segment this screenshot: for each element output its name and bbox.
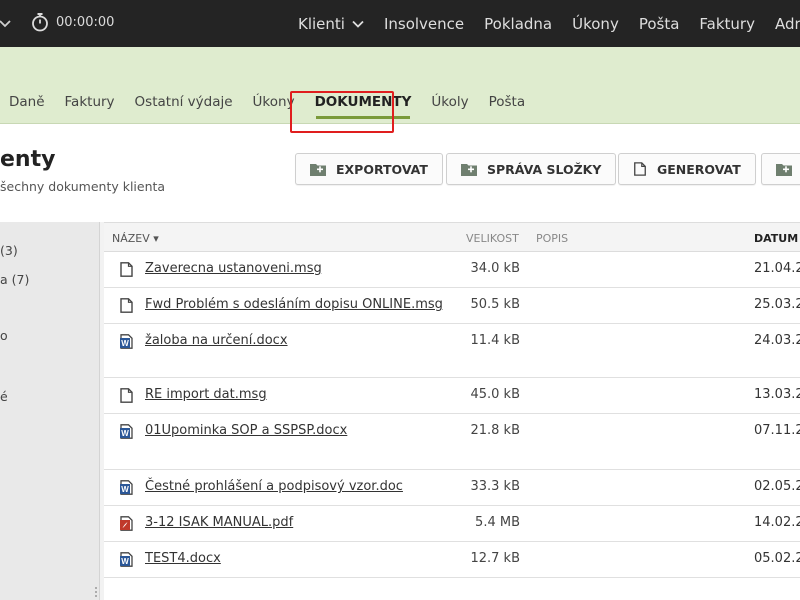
file-date: 07.11.2 [754,423,800,438]
column-size[interactable]: VELIKOST [466,232,519,245]
file-date: 25.03.2 [754,297,800,312]
document-icon [634,162,646,176]
resize-handle-icon[interactable] [94,586,98,598]
file-name-link[interactable]: Zaverecna ustanoveni.msg [145,261,322,276]
client-subnav: Daně Faktury Ostatní výdaje Úkony DOKUME… [0,47,800,124]
nav-label: Adresář [774,14,800,33]
file-size: 45.0 kB [470,387,520,402]
folder-plus-icon [776,164,792,176]
client-tabs: Daně Faktury Ostatní výdaje Úkony DOKUME… [9,94,545,119]
chevron-down-icon[interactable] [0,14,16,34]
table-row[interactable]: Zaverecna ustanoveni.msg 34.0 kB 21.04.2 [104,252,800,288]
timer-value: 00:00:00 [56,14,115,30]
page-subtitle: šechny dokumenty klienta [0,179,166,194]
pdf-icon [120,516,133,531]
file-date: 13.03.2 [754,387,800,402]
nav-item-pokladna[interactable]: Pokladna [484,15,552,33]
file-size: 12.7 kB [470,551,520,566]
nav-label: Pošta [638,14,680,33]
file-date: 21.04.2 [754,261,800,276]
highlight-annotation [290,91,394,133]
nav-label: Insolvence [383,14,465,33]
folder-item[interactable]: (3) [0,243,18,258]
folder-plus-icon [461,164,477,176]
file-icon [120,388,133,403]
top-bar: 00:00:00 Klienti Insolvence Pokladna Úko… [0,0,800,47]
table-row[interactable]: Wžaloba na určení.docx 11.4 kB 24.03.2 [104,324,800,378]
folder-item[interactable]: é [0,389,8,404]
folder-management-button[interactable]: SPRÁVA SLOŽKY [446,153,617,185]
tab-posta[interactable]: Pošta [489,94,526,110]
nav-label: Pokladna [484,14,553,33]
file-name-link[interactable]: žaloba na určení.docx [145,333,288,348]
chevron-down-icon [352,20,364,28]
folder-item[interactable]: o [0,328,8,343]
column-date[interactable]: DATUM ⌃ [754,232,800,245]
svg-text:W: W [121,429,129,438]
table-row[interactable]: 3-12 ISAK MANUAL.pdf 5.4 MB 14.02.2 [104,506,800,542]
main-nav: Klienti Insolvence Pokladna Úkony Pošta … [298,0,800,47]
file-date: 14.02.2 [754,515,800,530]
table-row[interactable]: Fwd Problém s odesláním dopisu ONLINE.ms… [104,288,800,324]
folder-item[interactable]: a (7) [0,272,29,287]
nav-item-adresar[interactable]: Adresář [775,15,800,33]
nav-item-klienti[interactable]: Klienti [298,15,364,33]
folder-plus-icon [310,164,326,176]
generate-label: GENEROVAT [657,161,741,177]
file-date: 24.03.2 [754,333,800,348]
folder-management-label: SPRÁVA SLOŽKY [487,161,602,177]
file-size: 21.8 kB [470,423,520,438]
table-row[interactable]: W Čestné prohlášení a podpisový vzor.doc 3… [104,470,800,506]
word-icon: W [120,480,133,495]
file-size: 5.4 MB [475,515,520,530]
file-date: 05.02.2 [754,551,800,566]
file-size: 11.4 kB [470,333,520,348]
export-button[interactable]: EXPORTOVAT [295,153,443,185]
column-description[interactable]: POPIS [536,232,568,245]
tab-ukoly[interactable]: Úkoly [431,94,468,110]
column-name[interactable]: NÁZEV ▾ [112,232,159,245]
word-icon: W [120,552,133,567]
file-name-link[interactable]: Fwd Problém s odesláním dopisu ONLINE.ms… [145,297,443,312]
more-button[interactable] [761,153,800,185]
file-icon [120,298,133,313]
file-name-link[interactable]: TEST4.docx [145,551,221,566]
file-date: 02.05.2 [754,479,800,494]
file-name-link[interactable]: 3-12 ISAK MANUAL.pdf [145,515,293,530]
generate-button[interactable]: GENEROVAT [618,153,756,185]
documents-table: NÁZEV ▾ VELIKOST POPIS DATUM ⌃ Zaverecna… [104,222,800,600]
svg-text:W: W [121,339,129,348]
word-icon: W [120,334,133,349]
file-size: 34.0 kB [470,261,520,276]
page-title: enty [0,147,56,172]
file-icon [120,262,133,277]
tab-faktury[interactable]: Faktury [65,94,115,110]
table-row[interactable]: RE import dat.msg 45.0 kB 13.03.2 [104,378,800,414]
nav-item-faktury[interactable]: Faktury [699,15,755,33]
nav-item-posta[interactable]: Pošta [639,15,680,33]
nav-label: Faktury [699,14,755,33]
file-name-link[interactable]: Čestné prohlášení a podpisový vzor.doc [145,479,403,494]
table-header: NÁZEV ▾ VELIKOST POPIS DATUM ⌃ [104,223,800,252]
svg-text:W: W [121,557,129,566]
file-size: 33.3 kB [470,479,520,494]
timer[interactable]: 00:00:00 [30,12,114,32]
tab-dane[interactable]: Daně [9,94,45,110]
word-icon: W [120,424,133,439]
stopwatch-icon [32,13,48,32]
file-size: 50.5 kB [470,297,520,312]
tab-ostatni-vydaje[interactable]: Ostatní výdaje [135,94,233,110]
nav-item-insolvence[interactable]: Insolvence [384,15,464,33]
nav-label: Klienti [298,14,345,33]
tab-ukony[interactable]: Úkony [253,94,295,110]
nav-label: Úkony [572,14,619,33]
table-row[interactable]: W TEST4.docx 12.7 kB 05.02.2 [104,542,800,578]
export-label: EXPORTOVAT [336,161,428,177]
nav-item-ukony[interactable]: Úkony [572,15,619,33]
svg-text:W: W [121,485,129,494]
file-name-link[interactable]: RE import dat.msg [145,387,267,402]
folder-sidebar: (3) a (7) o é [0,222,100,600]
table-row[interactable]: W 01Upominka SOP a SSPSP.docx 21.8 kB 07.11… [104,414,800,470]
file-name-link[interactable]: 01Upominka SOP a SSPSP.docx [145,423,347,438]
